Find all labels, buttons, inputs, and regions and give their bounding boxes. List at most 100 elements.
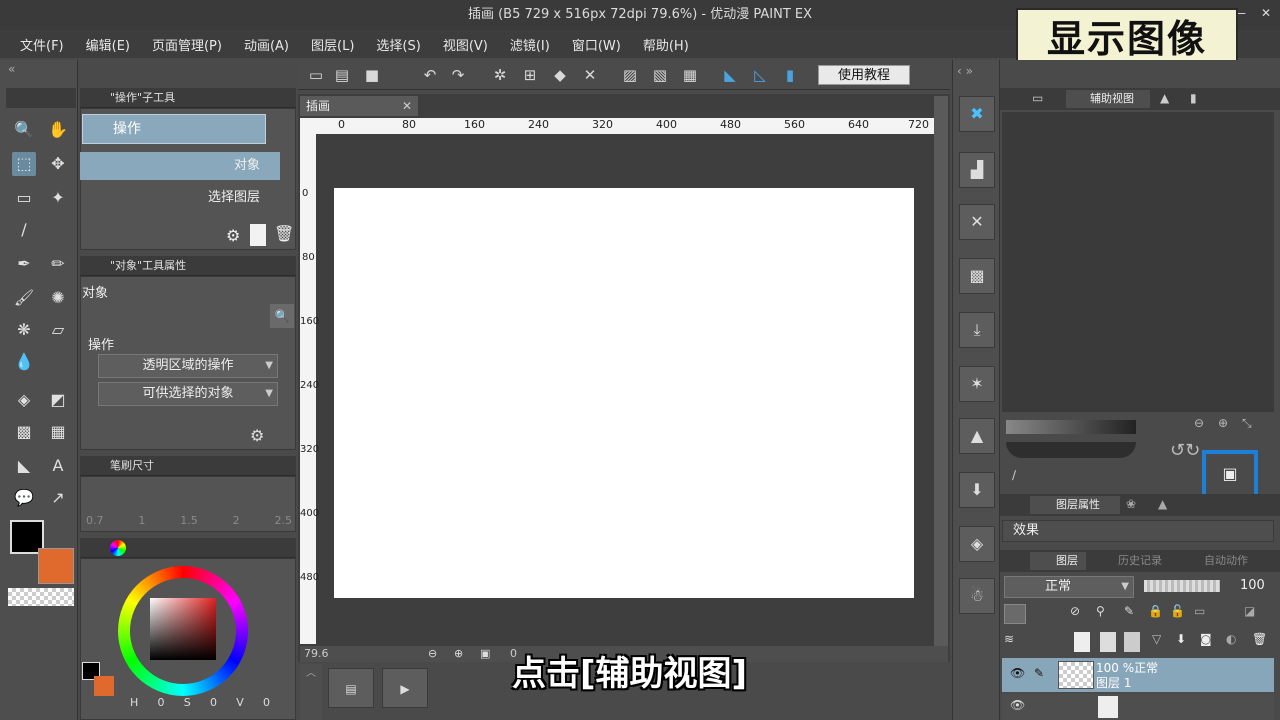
subview-tab-icon[interactable]: ▲ [1160, 91, 1169, 105]
menu-edit[interactable]: 编辑(E) [86, 35, 130, 54]
zoom-out-icon[interactable]: ⊖ [428, 646, 437, 662]
aux-view-button-highlight[interactable]: ▣ [1202, 450, 1258, 498]
figure-icon[interactable]: ▦ [46, 420, 70, 444]
selection-border-icon[interactable]: ▦ [680, 65, 700, 85]
decoration-icon[interactable]: ❋ [12, 318, 36, 342]
pen-icon[interactable]: ✒ [12, 252, 36, 276]
undo-icon[interactable]: ↶ [420, 65, 440, 85]
special-ruler-icon[interactable]: ◺ [750, 65, 770, 85]
collapse-right-icon[interactable]: ‹ » [957, 64, 973, 78]
drawing-canvas[interactable] [334, 188, 914, 598]
scale-icon[interactable]: ✕ [580, 65, 600, 85]
navigator-icon[interactable]: ✖ [959, 96, 995, 132]
blend-mode-select[interactable]: 正常 ▼ [1004, 576, 1134, 598]
tab-aux-view[interactable]: 辅助视图 [1066, 90, 1150, 108]
material-pattern-icon[interactable]: ✕ [959, 204, 995, 240]
sub-color-swatch[interactable] [38, 548, 74, 584]
merge-down-icon[interactable]: ⬇ [1176, 632, 1186, 646]
ruler-snap-icon[interactable]: ◣ [720, 65, 740, 85]
menu-filter[interactable]: 滤镜(I) [510, 35, 550, 54]
navigator-tab-icon[interactable]: ▭ [1032, 91, 1043, 105]
horizontal-ruler[interactable]: 0 80 160 240 320 400 480 560 640 720 [300, 118, 934, 134]
info-tab-icon[interactable]: ▮ [1190, 91, 1197, 105]
aux-zoom-out-icon[interactable]: ⊖ [1194, 416, 1204, 430]
hand-tool-icon[interactable]: ✋ [46, 118, 70, 142]
edit-pen-icon[interactable]: ✎ [1034, 666, 1044, 680]
color-wheel-tab-icon[interactable] [110, 540, 126, 556]
tab-layer-property[interactable]: 图层属性 [1030, 496, 1120, 514]
operation-tool-icon[interactable]: ⬚ [12, 152, 36, 176]
correct-line-icon[interactable]: ↗ [46, 486, 70, 510]
menu-view[interactable]: 视图(V) [443, 35, 488, 54]
show-image-icon[interactable]: ▣ [1206, 454, 1254, 494]
frame-border-icon[interactable]: ▩ [12, 420, 36, 444]
brush-size-item[interactable]: 2.5 [275, 514, 293, 527]
selectable-object-dropdown[interactable]: 可供选择的对象 ▼ [98, 382, 278, 406]
opacity-slider[interactable] [1144, 580, 1220, 592]
layer-row-paper[interactable]: 👁 [1002, 694, 1274, 720]
lock-transparent-icon[interactable]: 🔓 [1170, 604, 1185, 618]
subtool-item-object[interactable]: 对象 [80, 152, 280, 180]
menu-window[interactable]: 窗口(W) [572, 35, 621, 54]
new-file-icon[interactable]: ▭ [306, 65, 326, 85]
clear-icon[interactable]: ✲ [490, 65, 510, 85]
zoom-value[interactable]: 79.6 [304, 647, 329, 660]
text-tool-icon[interactable]: A [46, 454, 70, 478]
saturation-value-square[interactable] [150, 598, 216, 660]
vertical-ruler[interactable]: 0 80 160 240 320 400 480 [300, 134, 319, 644]
gradient-icon[interactable]: ◩ [46, 388, 70, 412]
ruler-tool-icon[interactable]: ◣ [12, 454, 36, 478]
camera-icon[interactable]: ▶ [382, 668, 428, 708]
transform-icon[interactable]: ⊞ [520, 65, 540, 85]
tool-magnify-icon[interactable]: 🔍 [270, 304, 294, 328]
mask-layer-icon[interactable]: ▭ [1194, 604, 1205, 618]
material-figure-icon[interactable]: ☃ [959, 578, 995, 614]
tab-close-icon[interactable]: ✕ [402, 96, 412, 116]
apply-mask-icon[interactable]: ◐ [1226, 632, 1236, 646]
ruler-layer-icon[interactable]: ◪ [1244, 604, 1255, 618]
material-download-icon[interactable]: ⬇ [959, 472, 995, 508]
menu-layer[interactable]: 图层(L) [311, 35, 354, 54]
tutorial-button[interactable]: 使用教程 [818, 65, 910, 85]
eraser-icon[interactable]: ▱ [46, 318, 70, 342]
transfer-down-icon[interactable]: ▽ [1152, 632, 1161, 646]
transparent-color-swatch[interactable] [8, 588, 74, 606]
tab-auto-action[interactable]: 自动动作 [1180, 552, 1248, 568]
opacity-value[interactable]: 100 [1240, 578, 1265, 593]
timeline-collapse-icon[interactable]: ︿ [300, 664, 322, 720]
menu-animation[interactable]: 动画(A) [244, 35, 289, 54]
material-icon[interactable]: ▟ [959, 152, 995, 188]
vertical-scrollbar[interactable] [934, 96, 948, 646]
save-icon[interactable]: ■ [362, 65, 382, 85]
film-icon[interactable]: ▤ [328, 668, 374, 708]
document-tab[interactable]: 插画 ✕ [300, 96, 418, 116]
subtool-settings-icon[interactable]: ⚙ [226, 226, 240, 245]
selection-tool-icon[interactable]: ▭ [12, 186, 36, 210]
delete-subtool-icon[interactable]: 🗑 [274, 224, 294, 243]
material-image-icon[interactable]: ▲ [959, 418, 995, 454]
aux-zoom-in-icon[interactable]: ⊕ [1218, 416, 1228, 430]
material-brush-icon[interactable]: ✶ [959, 366, 995, 402]
eyedropper-icon[interactable]: ∕ [12, 218, 36, 242]
material-import-icon[interactable]: ⤓ [959, 312, 995, 348]
transparent-area-dropdown[interactable]: 透明区域的操作 ▼ [98, 354, 278, 378]
collapse-left-icon[interactable]: « [8, 62, 15, 76]
zoom-in-icon[interactable]: ⊕ [454, 646, 463, 662]
balloon-icon[interactable]: 💬 [12, 486, 36, 510]
tool-settings-icon[interactable]: ⚙ [250, 426, 264, 445]
new-vector-layer-icon[interactable] [1100, 632, 1116, 652]
auto-select-icon[interactable]: ✦ [46, 186, 70, 210]
material-tone-icon[interactable]: ▩ [959, 258, 995, 294]
brush-icon[interactable]: 🖌 [12, 286, 36, 310]
layer-stack-icon[interactable]: ≋ [1004, 632, 1014, 646]
create-mask-icon[interactable]: ◙ [1200, 632, 1212, 646]
visibility-eye-icon[interactable]: 👁 [1010, 698, 1025, 712]
open-folder-icon[interactable]: ▤ [332, 65, 352, 85]
new-folder-icon[interactable] [1124, 632, 1140, 652]
clip-layer-icon[interactable]: ⊘ [1070, 604, 1080, 618]
lock-layer-icon[interactable]: 🔒 [1148, 604, 1163, 618]
aux-rotate-icon[interactable]: ↺↻ [1170, 440, 1200, 461]
fit-view-icon[interactable]: ▣ [480, 646, 490, 662]
subtool-group-operation[interactable]: 操作 [82, 114, 266, 144]
tab-layer[interactable]: 图层 [1030, 552, 1086, 570]
